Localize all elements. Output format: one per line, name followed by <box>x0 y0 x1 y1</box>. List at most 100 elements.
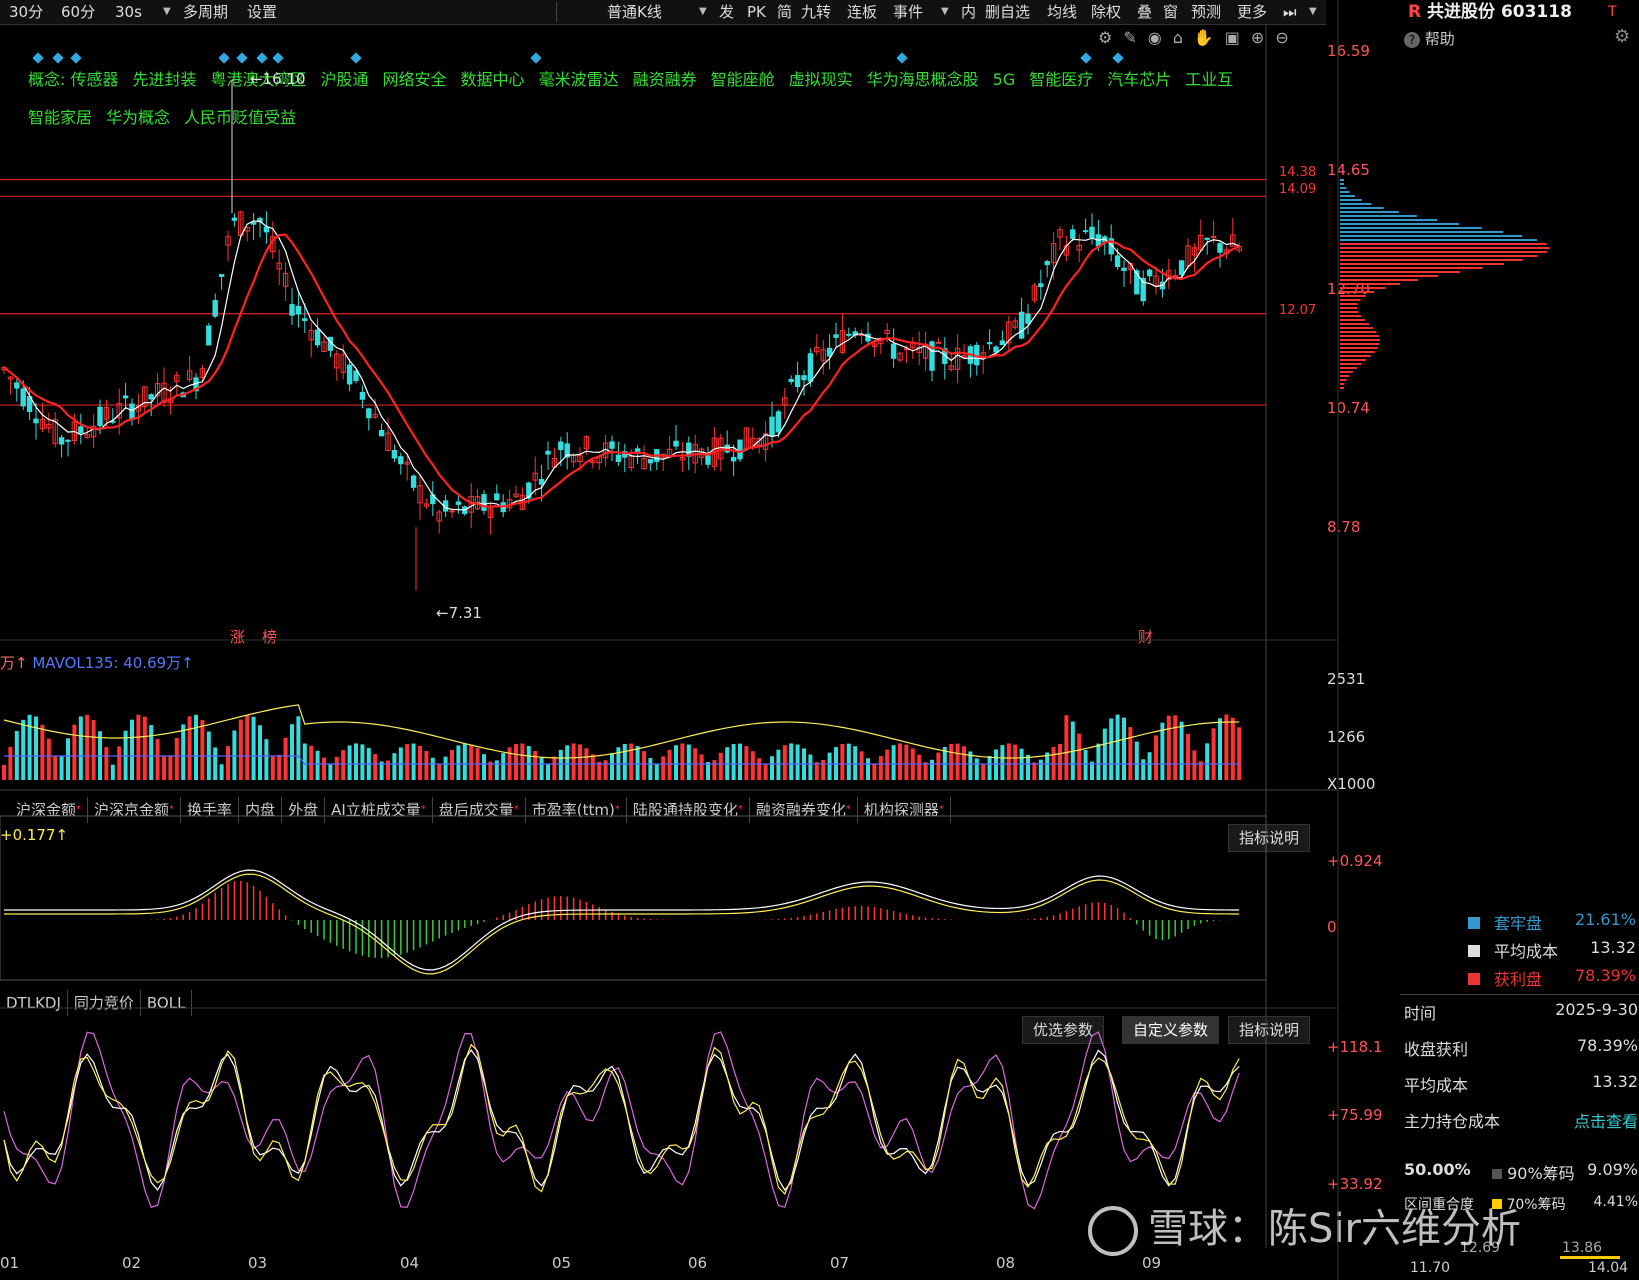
volume-bar <box>162 756 166 780</box>
candle-body <box>20 388 26 407</box>
volume-bar <box>213 747 218 780</box>
volume-bar <box>1237 727 1242 780</box>
candle-body <box>545 450 551 455</box>
volume-bar <box>360 744 365 780</box>
volume-bar <box>78 716 83 780</box>
candle-body <box>212 300 218 317</box>
stock-chart-canvas[interactable] <box>0 0 1639 1280</box>
volume-bar <box>866 758 870 780</box>
candle-body <box>353 370 359 382</box>
volume-bar <box>1083 750 1088 780</box>
volume-bar <box>1058 743 1062 780</box>
candle-body <box>231 217 238 221</box>
candle-body <box>558 441 564 451</box>
volume-bar <box>270 756 275 780</box>
candle-body <box>1038 283 1044 288</box>
volume-bar <box>789 743 794 780</box>
volume-bar <box>821 759 826 780</box>
volume-bar <box>546 764 550 780</box>
volume-bar <box>290 724 294 780</box>
volume-bar <box>1109 718 1114 780</box>
volume-bar <box>501 753 506 780</box>
volume-bar <box>661 756 666 780</box>
candle-body <box>615 454 622 462</box>
candle-body <box>97 406 103 427</box>
volume-bar <box>494 760 499 780</box>
volume-bar <box>949 743 954 780</box>
candle-body <box>737 439 743 460</box>
candle-body <box>634 448 641 452</box>
volume-bar <box>853 746 858 780</box>
volume-bar <box>571 743 576 780</box>
volume-bar <box>526 745 531 780</box>
candle-body <box>775 411 782 433</box>
volume-bar <box>955 743 960 780</box>
volume-bar <box>1077 733 1082 780</box>
volume-bar <box>373 754 378 780</box>
candle-body <box>314 329 321 346</box>
volume-bar <box>1154 735 1158 780</box>
candle-body <box>378 430 385 437</box>
volume-bar <box>8 746 13 780</box>
volume-bar <box>667 749 672 780</box>
volume-bar <box>456 745 461 780</box>
volume-bar <box>450 750 454 780</box>
volume-bar <box>846 743 851 780</box>
volume-bar <box>1032 762 1037 780</box>
macd-dea-line <box>4 873 1240 975</box>
candle-body <box>1082 230 1089 233</box>
volume-bar <box>674 745 678 780</box>
candle-body <box>1178 260 1185 276</box>
candle-body <box>122 395 129 399</box>
candle-body <box>410 475 417 488</box>
event-diamond-icon <box>896 52 908 64</box>
event-diamond-icon <box>1112 52 1124 64</box>
volume-bar <box>200 720 205 780</box>
candle-body <box>788 378 794 383</box>
candle-body <box>1146 269 1153 277</box>
candle-body <box>295 305 302 315</box>
volume-bar <box>354 743 358 780</box>
volume-bar <box>328 764 333 780</box>
volume-bar <box>936 752 941 780</box>
volume-bar <box>27 714 32 780</box>
candle-body <box>1089 226 1095 238</box>
volume-bar <box>181 724 186 780</box>
volume-bar <box>1064 715 1069 780</box>
volume-bar <box>1122 717 1126 780</box>
event-diamond-icon <box>350 52 362 64</box>
volume-bar <box>91 720 96 780</box>
candle-body <box>769 416 775 437</box>
volume-bar <box>808 754 813 780</box>
volume-bar <box>770 756 774 780</box>
volume-bar <box>405 744 410 780</box>
volume-bar <box>1205 743 1210 780</box>
volume-bar <box>238 719 243 780</box>
candle-body <box>1121 267 1127 271</box>
volume-bar <box>411 743 416 780</box>
candle-body <box>65 439 71 442</box>
candle-body <box>1070 229 1076 239</box>
candle-body <box>359 391 366 400</box>
volume-bar <box>168 755 173 780</box>
volume-bar <box>155 738 160 780</box>
candle-body <box>218 274 225 277</box>
volume-bar <box>731 743 736 780</box>
macd-dif-line <box>4 869 1240 971</box>
candle-body <box>538 478 545 485</box>
candle-body <box>206 325 212 346</box>
volume-bar <box>1096 743 1101 780</box>
candle-body <box>801 375 807 381</box>
volume-bar <box>1102 728 1107 780</box>
volume-bar <box>136 714 141 780</box>
volume-bar <box>603 760 608 780</box>
volume-bar <box>872 763 877 780</box>
volume-bar <box>750 751 755 780</box>
volume-bar <box>309 745 314 780</box>
volume-bar <box>578 744 582 780</box>
volume-bar <box>1230 717 1235 780</box>
volume-bar <box>418 745 422 780</box>
volume-bar <box>258 725 262 780</box>
volume-bar <box>878 756 883 780</box>
volume-bar <box>72 724 77 780</box>
